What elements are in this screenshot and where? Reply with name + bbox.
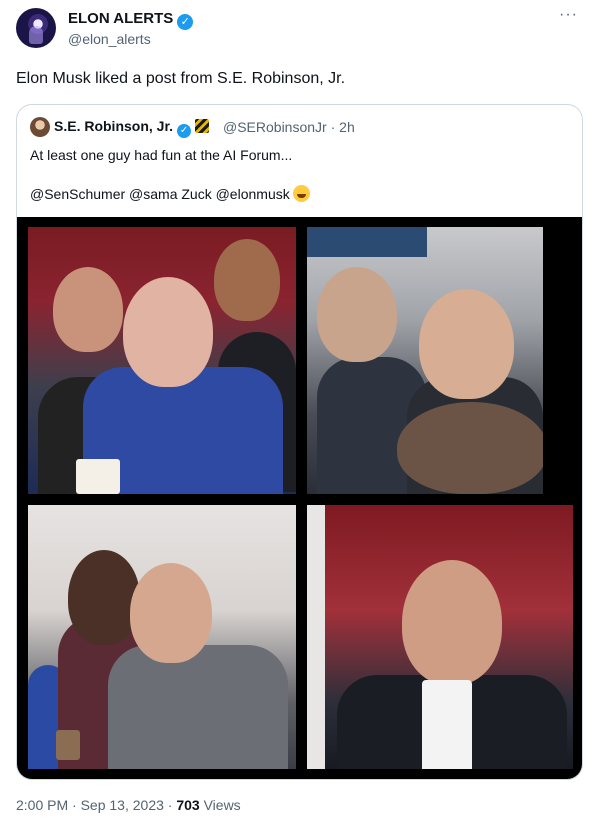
- photo-altman[interactable]: [307, 227, 543, 494]
- author-display-name[interactable]: ELON ALERTS ✓: [68, 10, 194, 30]
- quoted-author-name[interactable]: S.E. Robinson, Jr. ✓: [54, 118, 210, 138]
- photo-musk[interactable]: [307, 505, 573, 769]
- quoted-time[interactable]: 2h: [339, 119, 355, 135]
- quoted-author-meta: @SERobinsonJr · 2h: [223, 119, 355, 135]
- footer-separator: ·: [72, 797, 77, 813]
- quoted-author-handle[interactable]: @SERobinsonJr: [223, 119, 327, 135]
- quoted-author-avatar[interactable]: [30, 117, 50, 137]
- photo-zuckerberg[interactable]: [28, 505, 296, 769]
- mentions-text: @SenSchumer @sama Zuck @elonmusk: [30, 186, 290, 202]
- views-count: 703: [176, 797, 200, 813]
- quoted-text-line2: @SenSchumer @sama Zuck @elonmusk: [30, 184, 310, 204]
- quoted-author-name-text: S.E. Robinson, Jr.: [54, 118, 174, 134]
- more-options-icon[interactable]: ···: [559, 6, 578, 24]
- author-name-text: ELON ALERTS: [68, 10, 174, 27]
- grinning-squinting-face-icon: [292, 185, 310, 202]
- views-label: Views: [203, 797, 241, 813]
- verified-badge-icon: ✓: [177, 14, 194, 30]
- photo-schumer[interactable]: [28, 227, 296, 494]
- author-handle[interactable]: @elon_alerts: [68, 31, 151, 47]
- meta-separator: ·: [330, 119, 336, 135]
- post-metadata: 2:00 PM · Sep 13, 2023 · 703 Views: [16, 797, 241, 813]
- tweet-text: Elon Musk liked a post from S.E. Robinso…: [16, 70, 346, 87]
- quoted-post[interactable]: S.E. Robinson, Jr. ✓ @SERobinsonJr · 2h A…: [16, 104, 583, 780]
- author-avatar[interactable]: [16, 8, 56, 48]
- quoted-text-line1: At least one guy had fun at the AI Forum…: [30, 147, 293, 163]
- affiliation-flag-icon: [195, 119, 210, 133]
- post-time[interactable]: 2:00 PM: [16, 797, 68, 813]
- footer-separator: ·: [167, 797, 173, 813]
- verified-badge-icon: ✓: [177, 124, 192, 138]
- post-date[interactable]: Sep 13, 2023: [81, 797, 164, 813]
- quoted-media-grid[interactable]: [17, 217, 582, 779]
